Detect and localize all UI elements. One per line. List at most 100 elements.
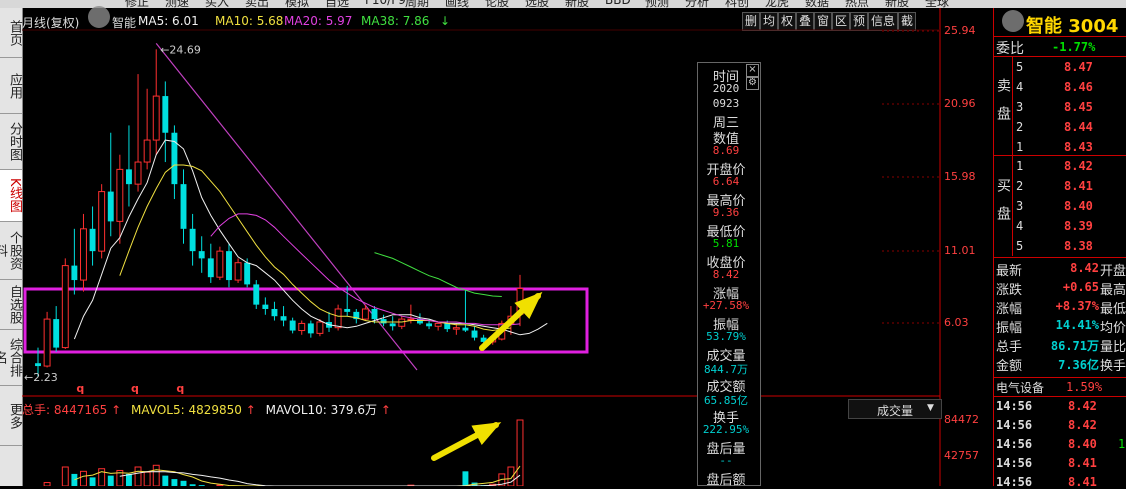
candle-body: [299, 323, 305, 330]
up-arrow-icon: ↑: [246, 403, 256, 417]
candle-body: [171, 133, 177, 184]
candle-body: [253, 284, 259, 304]
stat-label: 涨跌: [996, 279, 1022, 298]
candle-body: [117, 169, 123, 221]
candle-body: [244, 263, 250, 285]
volume-bar: [517, 420, 523, 486]
price-axis-label: 15.98: [944, 170, 976, 183]
volume-bar: [126, 474, 132, 486]
info-value: 2020: [698, 82, 754, 95]
candle-body: [308, 323, 314, 333]
left-sidebar: 首页应用分时图K线图个股资料自选股综合排名更多: [0, 8, 23, 486]
ask-price[interactable]: 8.46: [1064, 80, 1093, 94]
stat-value: +0.65: [1063, 280, 1099, 294]
price-axis-label: 11.01: [944, 244, 976, 257]
ask-price[interactable]: 8.43: [1064, 140, 1093, 154]
tick-price: 8.41: [1068, 456, 1097, 470]
sidebar-tab[interactable]: 综合排名: [0, 330, 22, 386]
price-axis-label: 6.03: [944, 316, 969, 329]
volume-axis-label: 42757: [944, 449, 979, 462]
volume-bar: [462, 471, 468, 486]
q-marker: q: [176, 382, 184, 395]
sidebar-tab[interactable]: 首页: [0, 8, 22, 58]
moving-average-line: [120, 165, 511, 331]
candle-body: [90, 229, 96, 251]
sell-side-label: 卖盘: [994, 78, 1012, 134]
candle-body: [135, 162, 141, 184]
stat-value: 7.36亿: [1058, 356, 1099, 373]
candle-body: [317, 322, 323, 333]
candle-body: [472, 331, 478, 338]
sidebar-tab[interactable]: 自选股: [0, 280, 22, 330]
ask-level: 5: [1016, 60, 1023, 74]
candle-body: [362, 309, 368, 319]
ask-level: 2: [1016, 120, 1023, 134]
candle-body: [235, 263, 241, 280]
mavol10-label: MAVOL10: 379.6万: [266, 403, 377, 417]
candle-body: [281, 316, 287, 320]
info-value: 222.95%: [698, 423, 754, 436]
candle-body: [190, 229, 196, 251]
bid-price[interactable]: 8.41: [1064, 179, 1093, 193]
ask-price[interactable]: 8.45: [1064, 100, 1093, 114]
stat-value: +8.37%: [1056, 299, 1099, 313]
ask-price[interactable]: 8.47: [1064, 60, 1093, 74]
volume-bar: [162, 476, 168, 486]
weibi-value: -1.77%: [1052, 40, 1095, 54]
ask-price[interactable]: 8.44: [1064, 120, 1093, 134]
sidebar-tab[interactable]: 分时图: [0, 114, 22, 170]
ask-level: 4: [1016, 80, 1023, 94]
tick-time: 14:56: [996, 437, 1032, 451]
ask-level: 3: [1016, 100, 1023, 114]
tick-price: 8.42: [1068, 418, 1097, 432]
panel-divider: [994, 36, 1126, 37]
volume-bar: [181, 481, 187, 486]
candle-body: [199, 251, 205, 258]
mavol5-label: MAVOL5: 4829850: [131, 403, 242, 417]
bid-price[interactable]: 8.42: [1064, 159, 1093, 173]
candle-body: [444, 323, 450, 329]
volume-axis-label: 84472: [944, 413, 979, 426]
bid-price[interactable]: 8.39: [1064, 219, 1093, 233]
quote-panel: 智能 3004 委比-1.77%卖盘58.4748.4638.4528.4418…: [993, 8, 1126, 486]
stat-label: 涨幅: [996, 298, 1022, 317]
info-value: +27.58%: [698, 299, 754, 312]
candle-body: [399, 319, 405, 326]
tick-volume: 1: [1118, 437, 1125, 451]
candle-body: [290, 321, 296, 331]
trend-line: [156, 43, 417, 370]
info-value: 844.7万: [698, 361, 754, 377]
indicator-dropdown[interactable]: 成交量 ▼: [848, 399, 942, 419]
panel-divider: [994, 155, 1126, 156]
bid-price[interactable]: 8.40: [1064, 199, 1093, 213]
candle-body: [162, 96, 168, 133]
obscured-stock-name: [1002, 10, 1024, 32]
candle-body: [435, 323, 441, 326]
candle-body: [462, 328, 468, 331]
buy-side-label: 买盘: [994, 178, 1012, 234]
stat-label: 均价: [1100, 317, 1126, 336]
candle-body: [99, 192, 105, 252]
volume-bar: [62, 467, 68, 486]
panel-divider: [994, 377, 1126, 378]
stat-value: 86.71万: [1051, 337, 1099, 354]
sidebar-tab[interactable]: 个股资料: [0, 222, 22, 280]
bid-level: 5: [1016, 239, 1023, 253]
candle-body: [408, 319, 414, 320]
sector-name[interactable]: 电气设备: [996, 379, 1044, 396]
info-value: 5.81: [698, 237, 754, 250]
info-value: 6.64: [698, 175, 754, 188]
price-axis-label: 25.94: [944, 24, 976, 37]
tick-price: 8.40: [1068, 437, 1097, 451]
sidebar-tab[interactable]: 更多: [0, 386, 22, 446]
sidebar-tab[interactable]: 应用: [0, 58, 22, 114]
sidebar-tab[interactable]: K线图: [0, 170, 22, 222]
bid-level: 3: [1016, 199, 1023, 213]
stat-label: 开盘: [1100, 260, 1126, 279]
volume-bar: [144, 472, 150, 486]
stat-value: 14.41%: [1056, 318, 1099, 332]
bid-price[interactable]: 8.38: [1064, 239, 1093, 253]
candle-body: [181, 184, 187, 229]
volume-bar: [81, 471, 87, 486]
tick-time: 14:56: [996, 475, 1032, 489]
